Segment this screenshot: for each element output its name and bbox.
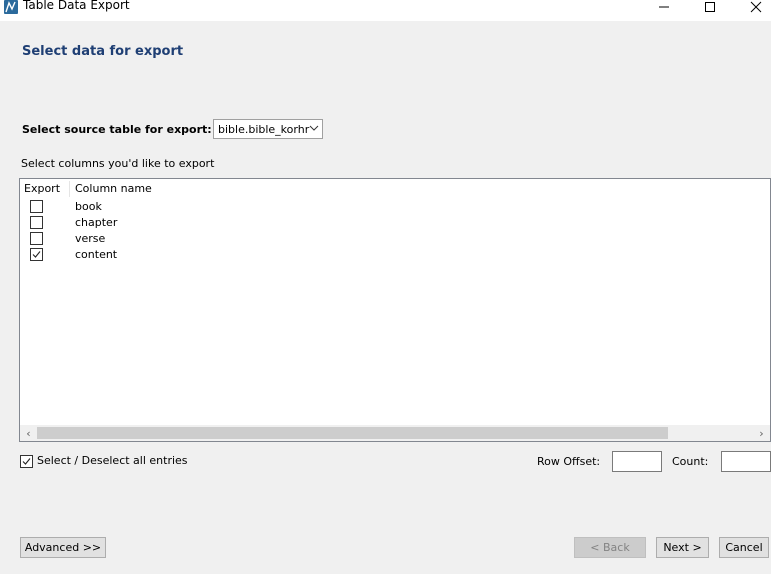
column-name: verse [75,232,106,245]
close-icon [750,1,762,13]
title-bar: Table Data Export [0,0,771,21]
mysql-workbench-icon [4,0,18,14]
select-all-checkbox[interactable] [20,455,33,468]
column-name: chapter [75,216,118,229]
select-all-label[interactable]: Select / Deselect all entries [37,454,188,467]
source-table-value: bible.bible_korhr [218,123,310,136]
row-offset-input[interactable] [612,451,662,472]
header-divider [69,181,70,197]
count-label: Count: [672,455,709,468]
close-button[interactable] [734,0,771,17]
table-row[interactable]: content [20,247,320,263]
source-table-label: Select source table for export: [22,123,212,136]
window-title: Table Data Export [23,0,130,12]
header-export[interactable]: Export [24,182,60,195]
column-name: book [75,200,102,213]
export-checkbox[interactable] [30,248,43,261]
export-checkbox[interactable] [30,232,43,245]
columns-table[interactable]: Export Column name book chapter verse co… [19,178,771,442]
maximize-button[interactable] [688,0,732,17]
export-checkbox[interactable] [30,200,43,213]
row-offset-label: Row Offset: [537,455,601,468]
columns-label: Select columns you'd like to export [21,157,215,170]
next-button[interactable]: Next > [656,537,709,558]
count-input[interactable] [721,451,771,472]
export-checkbox[interactable] [30,216,43,229]
horizontal-scrollbar[interactable]: ‹ › [20,425,770,441]
table-row[interactable]: book [20,199,320,215]
advanced-button[interactable]: Advanced >> [20,537,106,558]
table-row[interactable]: verse [20,231,320,247]
page-heading: Select data for export [22,44,184,59]
scrollbar-thumb[interactable] [37,427,668,439]
chevron-down-icon [309,123,319,136]
minimize-icon [659,6,669,8]
cancel-button[interactable]: Cancel [719,537,769,558]
scroll-right-icon[interactable]: › [753,425,770,441]
table-row[interactable]: chapter [20,215,320,231]
source-table-select[interactable]: bible.bible_korhr [213,119,323,139]
minimize-button[interactable] [642,0,686,17]
checkmark-icon [22,458,31,465]
scroll-left-icon[interactable]: ‹ [20,425,37,441]
back-button[interactable]: < Back [574,537,646,558]
column-name: content [75,248,118,261]
header-column-name[interactable]: Column name [75,182,152,195]
checkmark-icon [32,251,41,258]
maximize-icon [705,2,715,12]
